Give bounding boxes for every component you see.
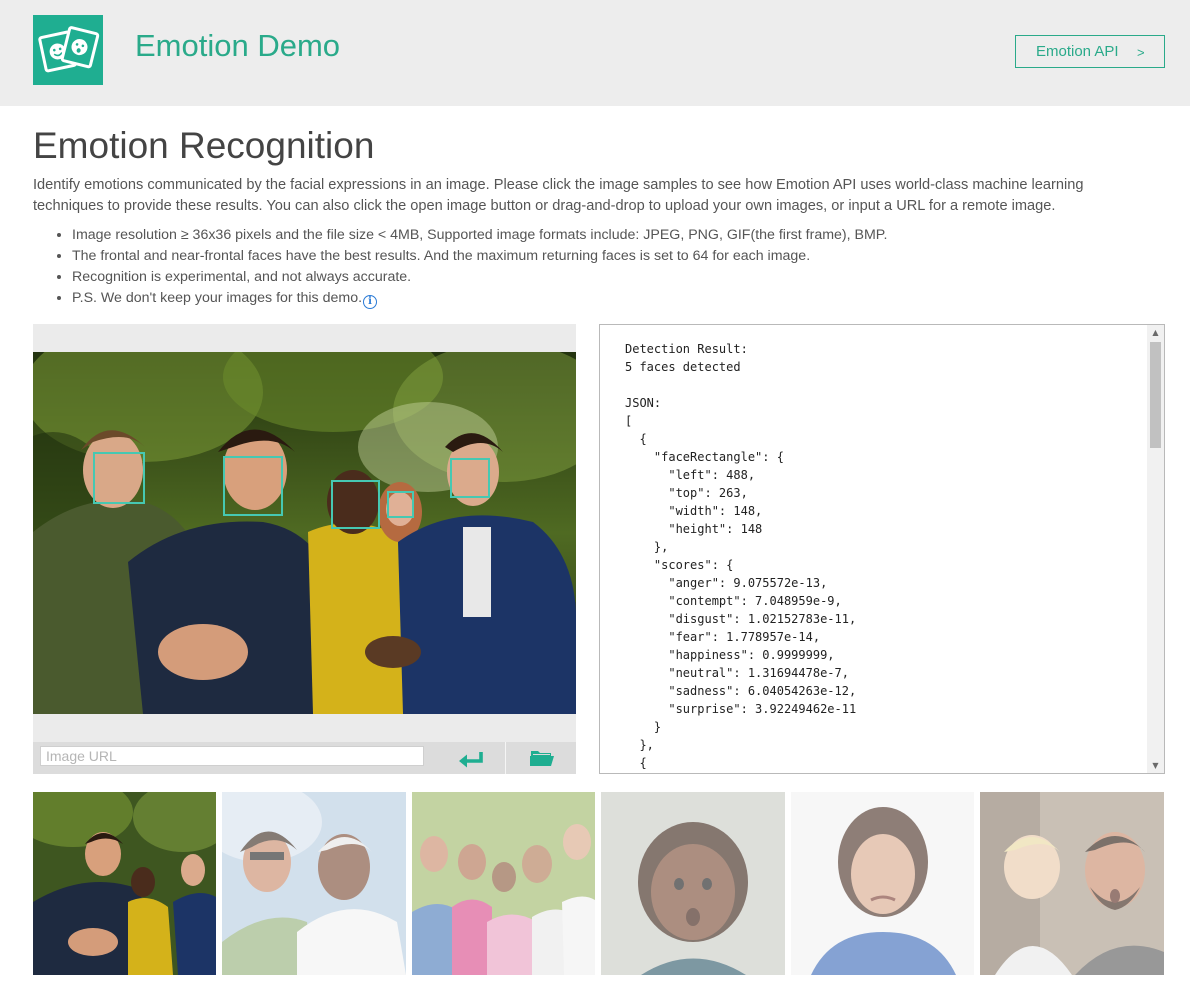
scrollbar-thumb[interactable] [1150,342,1161,448]
face-rectangle[interactable] [93,452,145,504]
image-url-input[interactable] [40,746,424,766]
list-item: The frontal and near-frontal faces have … [72,246,887,267]
list-item-text: Image resolution ≥ 36x36 pixels and the … [72,227,888,243]
list-item: P.S. We don't keep your images for this … [72,288,887,309]
scroll-up-icon[interactable]: ▲ [1147,325,1164,340]
sample-elderly-couple[interactable] [222,792,406,975]
intro-text: Identify emotions communicated by the fa… [33,177,1084,214]
submit-url-button[interactable] [433,742,505,774]
list-item: Image resolution ≥ 36x36 pixels and the … [72,225,887,246]
header: Emotion Demo Emotion API > [0,0,1190,106]
sample-family[interactable] [412,792,595,975]
chevron-right-icon: > [1137,45,1145,60]
app-title: Emotion Demo [135,28,341,63]
page-title: Emotion Recognition [33,125,375,166]
list-item-text: P.S. We don't keep your images for this … [72,290,363,306]
sample-man-and-baby[interactable] [980,792,1164,975]
list-item-text: Recognition is experimental, and not alw… [72,269,412,285]
list-item-text: The frontal and near-frontal faces have … [72,248,811,264]
face-rectangle[interactable] [450,458,490,498]
detection-result-text: Detection Result: 5 faces detected JSON:… [625,342,857,770]
face-rectangle[interactable] [331,480,380,529]
scrollbar[interactable]: ▲ ▼ [1147,325,1164,773]
emotion-faces-icon[interactable] [33,15,103,85]
main-photo[interactable] [33,352,576,714]
emotion-api-button-label: Emotion API [1036,43,1119,60]
sample-disgusted-woman[interactable] [791,792,974,975]
detection-result-panel[interactable]: Detection Result: 5 faces detected JSON:… [599,324,1165,774]
scroll-down-icon[interactable]: ▼ [1147,758,1164,773]
face-rectangle[interactable] [387,491,414,518]
enter-arrow-icon [459,752,483,768]
face-rectangle[interactable] [223,456,283,516]
image-panel [33,324,576,774]
requirements-list: Image resolution ≥ 36x36 pixels and the … [33,225,887,309]
list-item: Recognition is experimental, and not alw… [72,267,887,288]
emotion-api-button[interactable]: Emotion API > [1015,35,1165,68]
open-image-button[interactable] [506,742,576,774]
info-icon[interactable]: i [363,295,378,309]
sample-surprised-child[interactable] [601,792,785,975]
open-folder-icon [530,751,554,766]
sample-group-friends[interactable] [33,792,216,975]
url-bar [33,742,576,774]
